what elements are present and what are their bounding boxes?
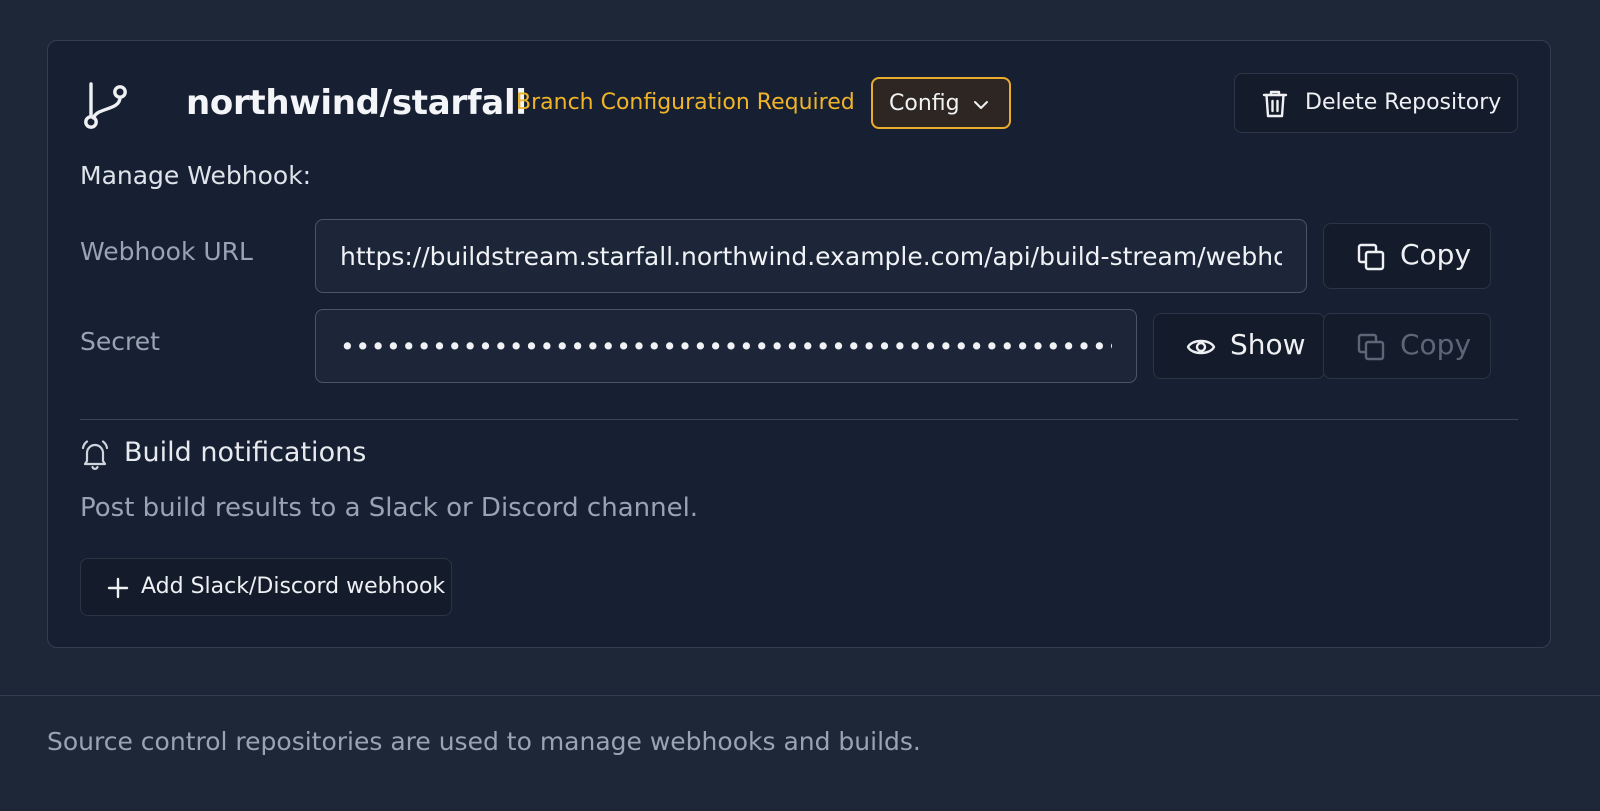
plus-icon — [107, 577, 129, 599]
repository-name: northwind/starfall — [186, 83, 527, 123]
secret-label: Secret — [80, 327, 160, 356]
copy-url-button[interactable]: Copy — [1323, 223, 1491, 289]
copy-secret-label: Copy — [1400, 328, 1472, 361]
page-divider — [0, 695, 1600, 696]
eye-icon — [1186, 339, 1216, 355]
show-secret-button[interactable]: Show — [1153, 313, 1325, 379]
webhook-url-field[interactable]: https://buildstream.starfall.northwind.e… — [315, 219, 1307, 293]
copy-icon — [1357, 333, 1385, 361]
build-notifications-title: Build notifications — [124, 437, 367, 468]
add-webhook-label: Add Slack/Discord webhook — [141, 574, 446, 599]
webhook-url-value: https://buildstream.starfall.northwind.e… — [340, 241, 1282, 271]
copy-secret-button[interactable]: Copy — [1323, 313, 1491, 379]
show-secret-label: Show — [1230, 328, 1306, 361]
repository-header: northwind/starfall Branch Configuration … — [80, 73, 1518, 133]
delete-repository-label: Delete Repository — [1305, 90, 1502, 115]
repository-card: northwind/starfall Branch Configuration … — [47, 40, 1551, 648]
secret-masked-value: ••••••••••••••••••••••••••••••••••••••••… — [340, 331, 1112, 361]
config-dropdown-button[interactable]: Config — [871, 77, 1011, 129]
build-notifications-description: Post build results to a Slack or Discord… — [80, 493, 699, 523]
bell-icon — [81, 440, 109, 470]
delete-repository-button[interactable]: Delete Repository — [1234, 73, 1518, 133]
manage-webhook-label: Manage Webhook: — [80, 161, 312, 190]
copy-icon — [1357, 243, 1385, 271]
config-label: Config — [889, 90, 960, 116]
webhook-url-label: Webhook URL — [80, 237, 253, 266]
footer-description: Source control repositories are used to … — [47, 727, 921, 756]
git-branch-icon — [84, 82, 127, 129]
secret-field[interactable]: ••••••••••••••••••••••••••••••••••••••••… — [315, 309, 1137, 383]
chevron-down-icon — [974, 101, 988, 109]
add-webhook-button[interactable]: Add Slack/Discord webhook — [80, 558, 452, 616]
copy-url-label: Copy — [1400, 238, 1472, 271]
trash-icon — [1262, 90, 1288, 118]
section-divider — [80, 419, 1518, 420]
branch-config-warning: Branch Configuration Required — [516, 90, 855, 115]
